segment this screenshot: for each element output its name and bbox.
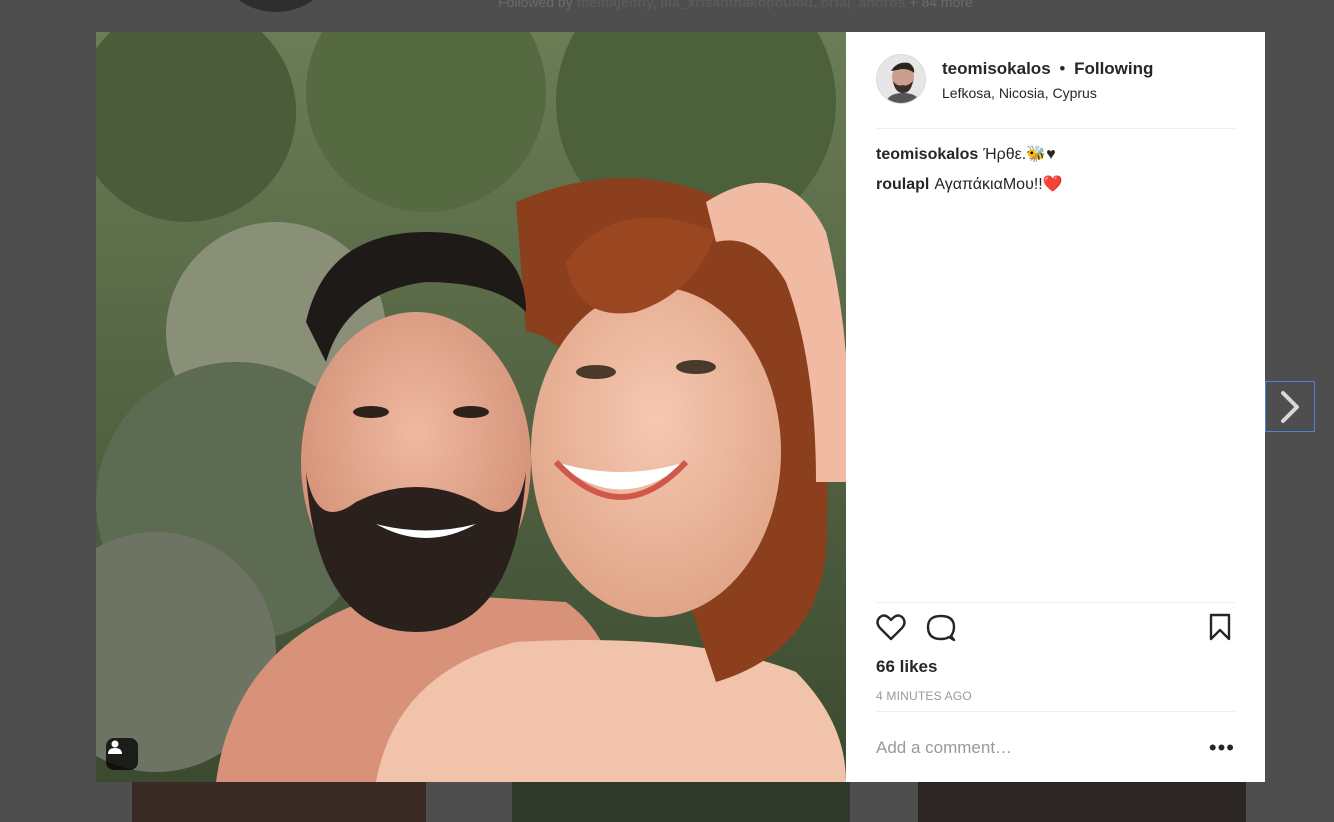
following-button[interactable]: Following	[1074, 59, 1153, 78]
comment-item: teomisokalos Ήρθε.🐝♥	[876, 144, 1235, 164]
couple-selfie-image	[96, 32, 846, 782]
tagged-people-button[interactable]	[106, 738, 138, 770]
background-thumbnail[interactable]	[512, 782, 850, 822]
post-actions: 66 likes 4 MINUTES AGO	[876, 602, 1235, 712]
separator-dot: •	[1059, 59, 1066, 78]
comment-username[interactable]: roulapl	[876, 176, 929, 193]
comment-item: roulapl ΑγαπάκιαΜου!!❤️	[876, 174, 1235, 194]
avatar-image	[877, 55, 925, 103]
chevron-right-icon	[1281, 390, 1299, 423]
comment-text: Ήρθε.🐝♥	[983, 146, 1056, 163]
like-button[interactable]	[876, 613, 906, 646]
background-profile-avatar	[212, 0, 340, 12]
avatar[interactable]	[876, 54, 926, 104]
bookmark-icon	[1209, 613, 1231, 641]
background-followed-by: Followed by melitajenny, ilia_xrisanthak…	[498, 0, 973, 10]
comment-username[interactable]: teomisokalos	[876, 146, 978, 163]
header-user-row: teomisokalos • Following	[942, 59, 1153, 79]
comment-bubble-icon	[926, 614, 956, 642]
more-options-button[interactable]: •••	[1209, 737, 1235, 759]
comment-input[interactable]: Add a comment…	[876, 738, 1012, 758]
post-modal: teomisokalos • Following Lefkosa, Nicosi…	[96, 32, 1265, 782]
post-side-panel: teomisokalos • Following Lefkosa, Nicosi…	[846, 32, 1265, 782]
comment-text: ΑγαπάκιαΜου!!❤️	[934, 176, 1063, 193]
post-header: teomisokalos • Following Lefkosa, Nicosi…	[876, 54, 1235, 129]
save-button[interactable]	[1209, 613, 1231, 646]
comments-list: teomisokalos Ήρθε.🐝♥ roulapl ΑγαπάκιαΜου!!…	[876, 144, 1235, 204]
action-icons	[876, 603, 1235, 653]
add-comment-bar: Add a comment… •••	[876, 728, 1235, 768]
background-thumbnail[interactable]	[132, 782, 426, 822]
post-photo[interactable]	[96, 32, 846, 782]
background-thumbnail[interactable]	[918, 782, 1246, 822]
likes-count[interactable]: 66 likes	[876, 657, 1235, 677]
user-tag-icon	[108, 740, 122, 754]
username-link[interactable]: teomisokalos	[942, 59, 1051, 78]
post-timestamp[interactable]: 4 MINUTES AGO	[876, 689, 1235, 712]
heart-icon	[876, 614, 906, 641]
next-post-button[interactable]	[1265, 381, 1315, 432]
location-link[interactable]: Lefkosa, Nicosia, Cyprus	[942, 85, 1097, 101]
comment-button[interactable]	[926, 613, 956, 648]
